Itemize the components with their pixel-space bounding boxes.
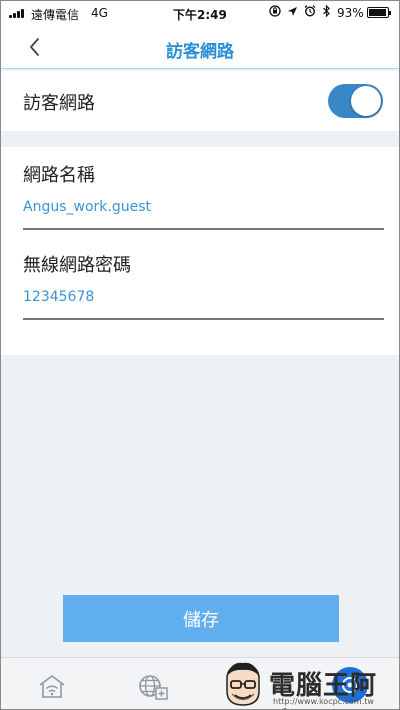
page-title: 訪客網路 [166,42,234,62]
toggle-knob [351,86,381,116]
status-time: 下午2:49 [173,8,227,22]
status-icons [269,5,331,17]
globe-add-icon [139,675,168,700]
guest-network-row: 訪客網路 [1,71,399,131]
bluetooth-icon [323,5,330,17]
password-underline [23,318,384,320]
nav-header: 訪客網路 [1,25,399,69]
password-label: 無線網路密碼 [23,255,131,276]
guest-network-label: 訪客網路 [23,93,95,114]
battery-icon [367,7,391,18]
network-settings-form: 網路名稱 Angus_work.guest 無線網路密碼 12345678 [1,147,399,355]
tab-internet[interactable] [137,673,169,705]
app-screen: 遠傳電信 4G 下午2:49 93% 訪客網路 訪客網路 網路名稱 Angus_… [0,0,400,710]
location-icon [288,6,297,16]
ssid-underline [23,228,384,230]
orientation-lock-icon [269,5,281,17]
save-button[interactable]: 儲存 [63,595,339,642]
mascot-face-logo [226,662,260,706]
watermark: 電腦王阿達 http://www.kocpc.com.tw [217,659,399,709]
alarm-icon [304,5,316,17]
guest-network-toggle[interactable] [328,84,383,118]
tab-home-network[interactable] [37,673,67,703]
status-bar: 遠傳電信 4G 下午2:49 93% [1,1,399,25]
signal-strength-icon [9,8,24,18]
ssid-input[interactable]: Angus_work.guest [23,199,151,215]
watermark-url: http://www.kocpc.com.tw [273,697,374,706]
carrier-name: 遠傳電信 [31,8,80,22]
wifi-home-icon [39,675,65,698]
battery-level-fill [369,9,386,16]
ssid-label: 網路名稱 [23,165,95,186]
password-input[interactable]: 12345678 [23,289,94,305]
network-type: 4G [91,6,108,20]
battery-percent: 93% [337,6,364,20]
